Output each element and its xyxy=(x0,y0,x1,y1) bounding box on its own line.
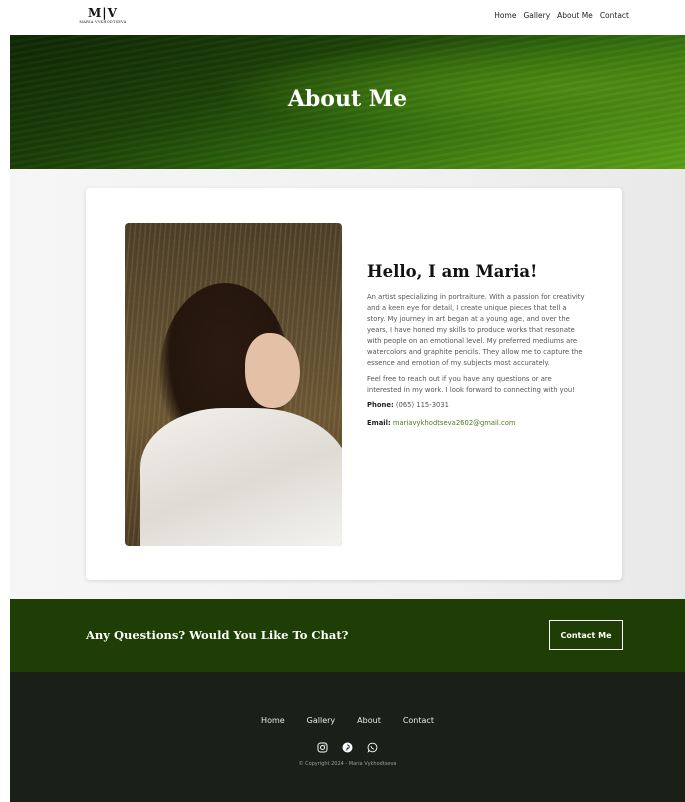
footer-nav-about[interactable]: About xyxy=(357,716,381,725)
contact-me-button[interactable]: Contact Me xyxy=(549,620,623,650)
about-section: Hello, I am Maria! An artist specializin… xyxy=(10,169,685,599)
photo-shirt xyxy=(140,408,342,546)
whatsapp-icon[interactable] xyxy=(367,738,378,753)
about-card: Hello, I am Maria! An artist specializin… xyxy=(86,188,622,580)
site-footer: Home Gallery About Contact © Copyright 2… xyxy=(10,672,685,802)
nav-about-me[interactable]: About Me xyxy=(557,11,593,20)
page-title: About Me xyxy=(287,86,408,112)
phone-label: Phone: xyxy=(367,401,394,409)
email-line: Email: mariavykhodtseva2602@gmail.com xyxy=(367,419,585,427)
portrait-photo xyxy=(125,223,342,546)
phone-line: Phone: (065) 115-3031 xyxy=(367,401,585,409)
footer-nav-gallery[interactable]: Gallery xyxy=(307,716,336,725)
email-link[interactable]: mariavykhodtseva2602@gmail.com xyxy=(393,419,516,427)
email-label: Email: xyxy=(367,419,391,427)
photo-face xyxy=(245,333,300,408)
site-logo[interactable]: M|V MARIA VYKHODTSEVA xyxy=(78,6,128,30)
cta-title: Any Questions? Would You Like To Chat? xyxy=(86,628,349,642)
pinterest-icon[interactable] xyxy=(342,738,353,753)
nav-contact[interactable]: Contact xyxy=(600,11,629,20)
about-text: Hello, I am Maria! An artist specializin… xyxy=(367,262,585,437)
main-nav: Home Gallery About Me Contact xyxy=(494,11,629,20)
about-greeting: Hello, I am Maria! xyxy=(367,262,538,281)
cta-band: Any Questions? Would You Like To Chat? C… xyxy=(10,599,685,672)
nav-gallery[interactable]: Gallery xyxy=(523,11,550,20)
copyright-text: © Copyright 2024 - Maria Vykhodtseva xyxy=(298,761,397,767)
hero-banner: About Me xyxy=(10,35,685,169)
footer-nav-contact[interactable]: Contact xyxy=(403,716,434,725)
nav-home[interactable]: Home xyxy=(494,11,516,20)
social-links xyxy=(10,738,685,753)
phone-value: (065) 115-3031 xyxy=(395,401,450,409)
logo-subtitle: MARIA VYKHODTSEVA xyxy=(79,20,127,24)
logo-mark: M|V xyxy=(88,6,118,20)
footer-nav: Home Gallery About Contact xyxy=(10,716,685,725)
about-paragraph-2: Feel free to reach out if you have any q… xyxy=(367,375,575,394)
about-paragraph-1: An artist specializing in portraiture. W… xyxy=(367,293,585,367)
instagram-icon[interactable] xyxy=(317,738,328,753)
site-header: M|V MARIA VYKHODTSEVA Home Gallery About… xyxy=(0,0,685,35)
footer-nav-home[interactable]: Home xyxy=(261,716,285,725)
